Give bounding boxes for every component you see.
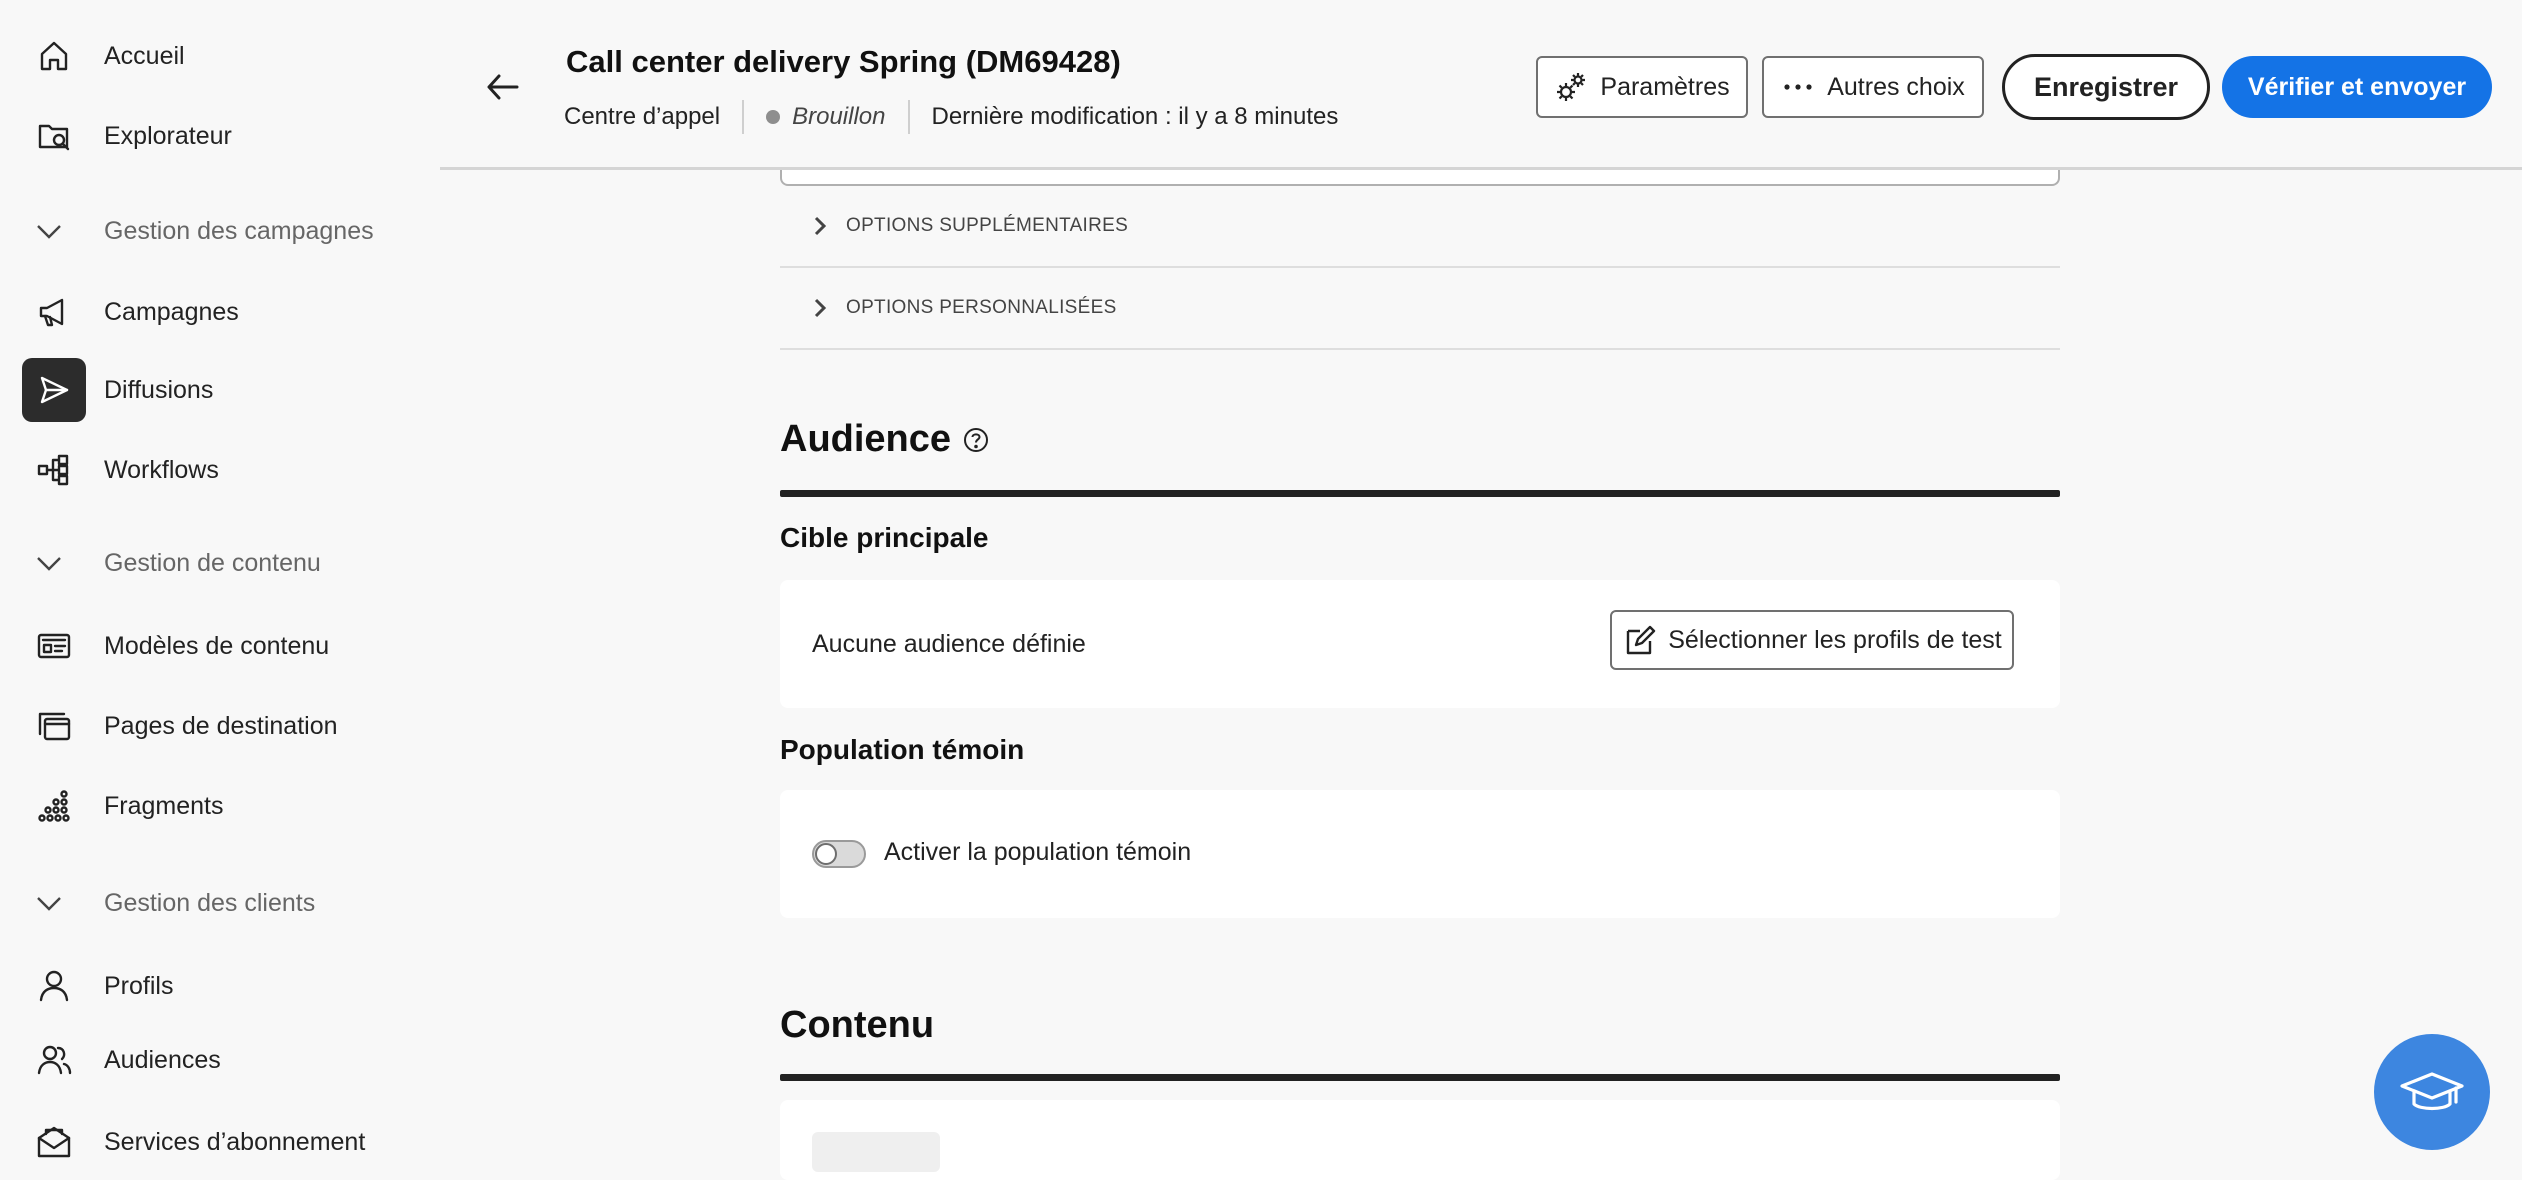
nav-label: Fragments bbox=[104, 791, 224, 820]
audience-section-title: Audience bbox=[780, 418, 989, 461]
nav-label: Workflows bbox=[104, 455, 219, 484]
review-send-button[interactable]: Vérifier et envoyer bbox=[2222, 56, 2492, 118]
nav-item-explorer[interactable]: Explorateur bbox=[22, 102, 232, 170]
nav-label: Diffusions bbox=[104, 375, 214, 404]
content-title-text: Contenu bbox=[780, 1004, 935, 1046]
status-badge: Brouillon bbox=[792, 103, 886, 130]
nav-item-audiences[interactable]: Audiences bbox=[22, 1026, 221, 1094]
learn-help-button[interactable] bbox=[2374, 1034, 2490, 1150]
workflow-icon bbox=[22, 438, 86, 502]
last-modified: Dernière modification : il y a 8 minutes bbox=[931, 103, 1339, 130]
more-options-button[interactable]: Autres choix bbox=[1762, 56, 1984, 118]
folder-search-icon bbox=[22, 104, 86, 168]
divider bbox=[907, 100, 910, 134]
nav-item-deliveries[interactable]: Diffusions bbox=[22, 356, 213, 424]
nav-item-campaigns[interactable]: Campagnes bbox=[22, 278, 239, 346]
control-group-toggle-label: Activer la population témoin bbox=[884, 838, 1192, 866]
nav-label: Modèles de contenu bbox=[104, 631, 330, 660]
accordion-label: OPTIONS SUPPLÉMENTAIRES bbox=[846, 215, 1129, 236]
section-divider bbox=[780, 490, 2060, 497]
previous-panel-edge bbox=[780, 170, 2060, 186]
nav-item-content-templates[interactable]: Modèles de contenu bbox=[22, 612, 329, 680]
audience-title-text: Audience bbox=[780, 418, 952, 460]
nav-label: Services d’abonnement bbox=[104, 1127, 366, 1156]
nav-section-label: Gestion des clients bbox=[104, 888, 316, 917]
save-button[interactable]: Enregistrer bbox=[2002, 54, 2210, 120]
nav-label: Pages de destination bbox=[104, 711, 338, 740]
status-dot bbox=[766, 110, 781, 124]
chevron-right-icon bbox=[814, 216, 827, 236]
more-icon bbox=[1784, 84, 1812, 90]
send-icon bbox=[22, 358, 86, 422]
gears-icon bbox=[1557, 73, 1586, 101]
nav-item-workflows[interactable]: Workflows bbox=[22, 436, 219, 504]
audience-icon bbox=[22, 1028, 86, 1092]
home-icon bbox=[22, 24, 86, 88]
nav-section-label: Gestion des campagnes bbox=[104, 216, 374, 245]
section-divider bbox=[780, 1074, 2060, 1081]
select-test-profiles-button[interactable]: Sélectionner les profils de test bbox=[1610, 610, 2014, 670]
no-audience-text: Aucune audience définie bbox=[812, 630, 1086, 658]
user-icon bbox=[22, 954, 86, 1018]
nav-item-landing-pages[interactable]: Pages de destination bbox=[22, 692, 338, 760]
nav-label: Campagnes bbox=[104, 297, 239, 326]
accordion-custom-options[interactable]: OPTIONS PERSONNALISÉES bbox=[780, 268, 2060, 350]
nav-label: Accueil bbox=[104, 41, 185, 70]
nav-label: Profils bbox=[104, 971, 174, 1000]
edit-icon bbox=[1627, 625, 1656, 655]
content-section-title: Contenu bbox=[780, 1004, 934, 1047]
control-group-card: Activer la population témoin bbox=[780, 790, 2060, 918]
channel-label: Centre d’appel bbox=[564, 103, 721, 130]
nav-item-fragments[interactable]: Fragments bbox=[22, 772, 223, 840]
main-target-title: Cible principale bbox=[780, 522, 989, 553]
nav-section-campaigns[interactable]: Gestion des campagnes bbox=[34, 206, 374, 256]
fragments-icon bbox=[22, 774, 86, 838]
nav-section-customers[interactable]: Gestion des clients bbox=[34, 878, 315, 928]
megaphone-icon bbox=[22, 280, 86, 344]
nav-item-profiles[interactable]: Profils bbox=[22, 952, 173, 1020]
content-thumbnail bbox=[812, 1132, 940, 1172]
chevron-down-icon bbox=[37, 225, 61, 239]
nav-item-subscriptions[interactable]: Services d’abonnement bbox=[22, 1108, 365, 1176]
back-button[interactable] bbox=[478, 62, 528, 112]
page-title: Call center delivery Spring (DM69428) bbox=[566, 44, 1121, 79]
main-target-card: Aucune audience définie Sélectionner les… bbox=[780, 580, 2060, 708]
accordion-extra-options[interactable]: OPTIONS SUPPLÉMENTAIRES bbox=[780, 186, 2060, 268]
arrow-left-icon bbox=[487, 74, 519, 100]
more-options-label: Autres choix bbox=[1827, 72, 1965, 101]
settings-button-label: Paramètres bbox=[1600, 72, 1730, 101]
control-group-toggle[interactable] bbox=[812, 840, 866, 868]
select-test-profiles-label: Sélectionner les profils de test bbox=[1668, 625, 2002, 654]
chevron-right-icon bbox=[814, 298, 827, 318]
page-header: Call center delivery Spring (DM69428) Ce… bbox=[440, 0, 2522, 170]
accordion-label: OPTIONS PERSONNALISÉES bbox=[846, 297, 1117, 318]
divider bbox=[742, 100, 745, 134]
graduation-cap-icon bbox=[2400, 1072, 2464, 1111]
settings-button[interactable]: Paramètres bbox=[1536, 56, 1748, 118]
nav-item-home[interactable]: Accueil bbox=[22, 22, 185, 90]
subscription-envelope-icon bbox=[22, 1110, 86, 1174]
help-icon[interactable] bbox=[963, 427, 989, 453]
template-icon bbox=[22, 614, 86, 678]
nav-label: Explorateur bbox=[104, 121, 232, 150]
control-group-title: Population témoin bbox=[780, 734, 1025, 765]
nav-label: Audiences bbox=[104, 1045, 221, 1074]
chevron-down-icon bbox=[37, 557, 61, 571]
nav-section-label: Gestion de contenu bbox=[104, 548, 321, 577]
content-card bbox=[780, 1100, 2060, 1180]
chevron-down-icon bbox=[37, 897, 61, 911]
nav-section-content[interactable]: Gestion de contenu bbox=[34, 538, 321, 588]
toggle-knob bbox=[815, 843, 837, 865]
delivery-meta: Centre d’appel Brouillon Dernière modifi… bbox=[564, 100, 1338, 134]
pages-icon bbox=[22, 694, 86, 758]
sidebar: Accueil Explorateur Gestion des campagne… bbox=[0, 0, 440, 1160]
